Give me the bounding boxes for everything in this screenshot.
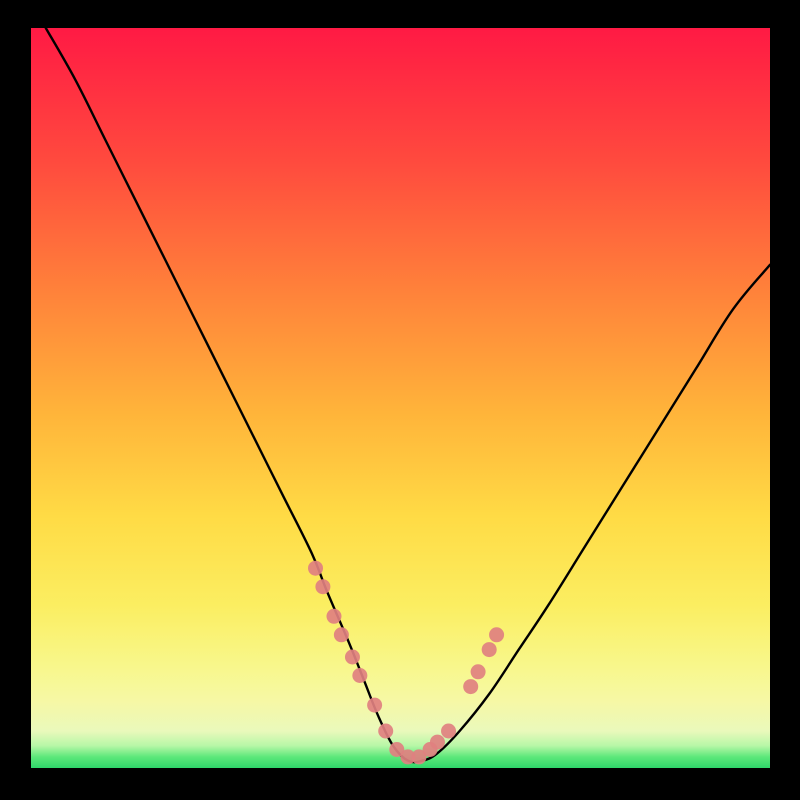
scatter-point [345, 650, 360, 665]
scatter-point [489, 627, 504, 642]
scatter-point [482, 642, 497, 657]
scatter-point [430, 735, 445, 750]
scatter-point [326, 609, 341, 624]
scatter-point [367, 698, 382, 713]
scatter-point [463, 679, 478, 694]
curve-path [46, 28, 770, 762]
scatter-point [315, 579, 330, 594]
plot-area [31, 28, 770, 768]
scatter-point [334, 627, 349, 642]
scatter-point [471, 664, 486, 679]
scatter-point [441, 724, 456, 739]
chart-frame [0, 0, 800, 800]
plot-svg [31, 28, 770, 768]
scatter-point [352, 668, 367, 683]
scatter-point [378, 724, 393, 739]
scatter-point [308, 561, 323, 576]
